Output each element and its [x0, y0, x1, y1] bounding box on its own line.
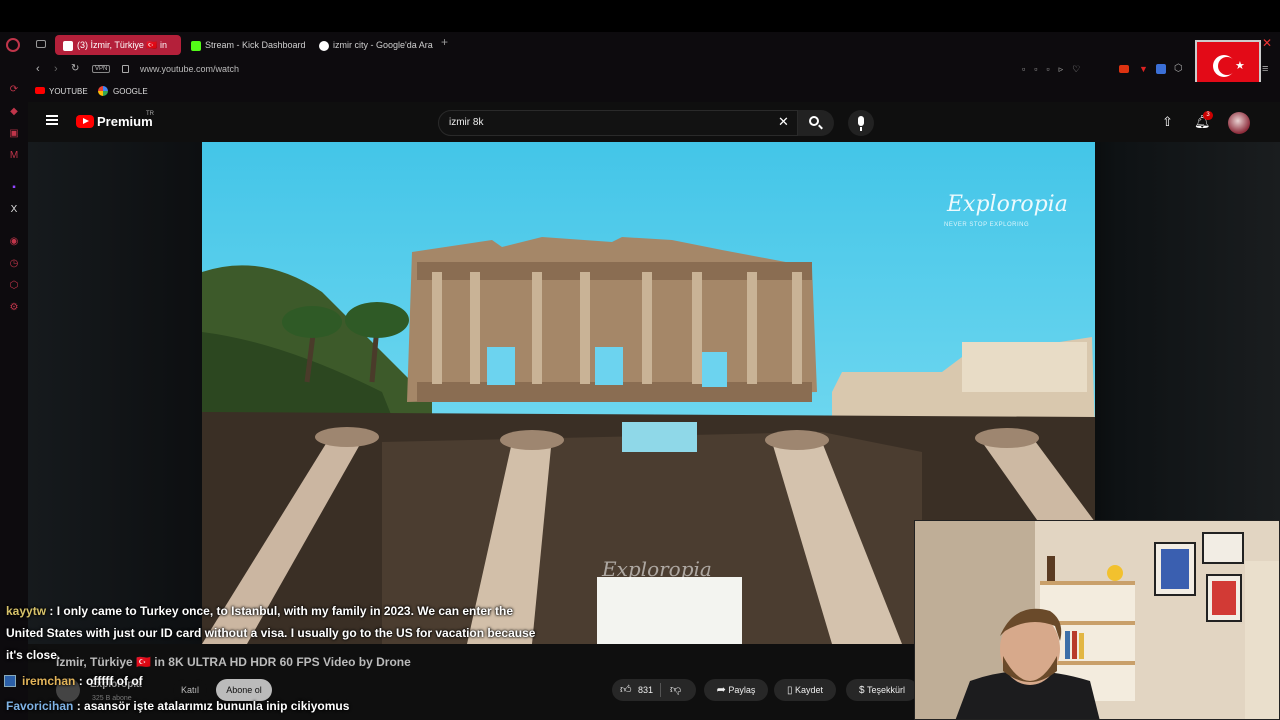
vpn-badge[interactable]: VPN [92, 65, 111, 73]
search-input[interactable]: izmir 8k [438, 110, 798, 136]
music-icon[interactable]: M [8, 150, 20, 162]
youtube-premium-logo[interactable]: Premium [97, 114, 153, 129]
search-button[interactable] [798, 110, 834, 136]
bookmark-google[interactable]: GOOGLE [113, 87, 148, 96]
youtube-logo-icon[interactable] [76, 115, 94, 128]
chat-username: Favoricihan [6, 699, 74, 713]
bookmarks-bar: YOUTUBE GOOGLE [28, 82, 1280, 102]
chat-message: kayytw : I only came to Turkey once, to … [6, 600, 546, 666]
youtube-icon [63, 40, 73, 51]
top-strip [0, 0, 1280, 32]
chat-message: iremchan : offfff of of [4, 670, 143, 692]
tab-youtube[interactable]: (3) İzmir, Türkiye 🇹🇷 in [55, 35, 181, 55]
chat-text: : offfff of of [75, 674, 143, 688]
chat-message: Favoricihan : asansör işte atalarımız bu… [6, 695, 349, 717]
thumbs-down-icon[interactable]: 👎︎ [670, 679, 681, 701]
x-icon[interactable]: X [8, 204, 20, 216]
mic-icon [858, 116, 864, 126]
video-watermark: Exploropia [947, 192, 1068, 217]
webcam-image [915, 521, 1279, 719]
clock-icon[interactable]: ◷ [8, 258, 20, 270]
thumbs-up-icon[interactable]: 👍︎ [620, 679, 632, 701]
extension-red-icon[interactable]: ▼ [1139, 64, 1148, 74]
tab-google[interactable]: izmir city - Google'da Ara [311, 35, 439, 55]
tab-bar: (3) İzmir, Türkiye 🇹🇷 in Stream - Kick D… [0, 32, 1280, 58]
like-count[interactable]: 831 [638, 679, 653, 701]
chat-text: : asansör işte atalarımız bununla inip c… [73, 699, 350, 713]
webcam-overlay [914, 520, 1280, 720]
avatar[interactable] [1228, 112, 1250, 134]
address-bar: ‹ › ↻ VPN www.youtube.com/watch ▫▫▫▹♡ ▼ … [28, 40, 1280, 90]
notification-badge: 3 [1203, 111, 1213, 120]
tab-label: izmir city - Google'da Ara [333, 40, 433, 50]
share-label: Paylaş [728, 685, 756, 695]
url-field[interactable]: www.youtube.com/watch [140, 64, 239, 74]
toolbar-icons[interactable]: ▫▫▫▹♡ [1022, 64, 1089, 75]
badge-icon [4, 675, 16, 687]
opera-logo-icon[interactable] [6, 38, 20, 52]
forward-icon[interactable]: › [54, 63, 58, 75]
thanks-label: Teşekkürl [866, 685, 905, 695]
google-icon [98, 86, 108, 96]
voice-search-button[interactable] [848, 110, 874, 136]
tab-kick[interactable]: Stream - Kick Dashboard [183, 35, 311, 55]
clear-search-icon[interactable]: ✕ [778, 114, 789, 130]
settings-icon[interactable]: ⚙ [8, 302, 20, 314]
messenger-icon[interactable]: ▣ [8, 128, 20, 140]
new-tab-icon[interactable]: + [441, 35, 448, 49]
share-button[interactable]: ➦ Paylaş [704, 679, 768, 701]
player-icon[interactable]: ◉ [8, 236, 20, 248]
bookmark-youtube[interactable]: YOUTUBE [49, 87, 88, 96]
hamburger-icon[interactable] [46, 115, 58, 125]
workspaces-icon[interactable] [36, 40, 46, 48]
adblock-icon[interactable] [1119, 65, 1129, 73]
bag-icon[interactable]: ◆ [8, 106, 20, 118]
google-icon [319, 40, 329, 51]
upload-icon[interactable]: ⇧ [1162, 114, 1173, 130]
share-icon: ➦ [716, 684, 726, 696]
back-icon[interactable]: ‹ [36, 63, 40, 75]
video-watermark-subtitle: NEVER STOP EXPLORING [944, 222, 1030, 228]
twitch-icon[interactable]: ▪ [8, 182, 20, 194]
menu-icon[interactable]: ≡ [1262, 63, 1268, 75]
chat-text: : I only came to Turkey once, to Istanbu… [6, 604, 536, 662]
like-dislike-group: 👍︎ 831 👎︎ [612, 679, 696, 701]
tab-label: (3) İzmir, Türkiye 🇹🇷 in [77, 40, 168, 50]
save-button[interactable]: ▯ Kaydet [774, 679, 836, 701]
chat-username: kayytw [6, 604, 47, 618]
history-icon[interactable]: ⟳ [8, 84, 20, 96]
thanks-icon: $ [859, 685, 865, 696]
video-bottom-watermark: Exploropia [602, 557, 712, 581]
reload-icon[interactable]: ↻ [71, 63, 79, 74]
tab-label: Stream - Kick Dashboard [205, 40, 306, 50]
translate-icon[interactable] [1156, 64, 1166, 74]
chat-username: iremchan [22, 674, 76, 688]
close-window-icon[interactable]: ✕ [1262, 36, 1272, 50]
extensions-icon[interactable]: ⬡ [8, 280, 20, 292]
thanks-button[interactable]: $ Teşekkürl [846, 679, 918, 701]
kick-icon [191, 40, 201, 51]
bookmark-icon: ▯ [786, 685, 793, 696]
lock-icon [122, 65, 129, 73]
save-label: Kaydet [795, 685, 824, 695]
youtube-icon [35, 87, 45, 94]
region-code: TR [146, 111, 154, 117]
puzzle-icon[interactable]: ⬡ [1174, 63, 1183, 74]
